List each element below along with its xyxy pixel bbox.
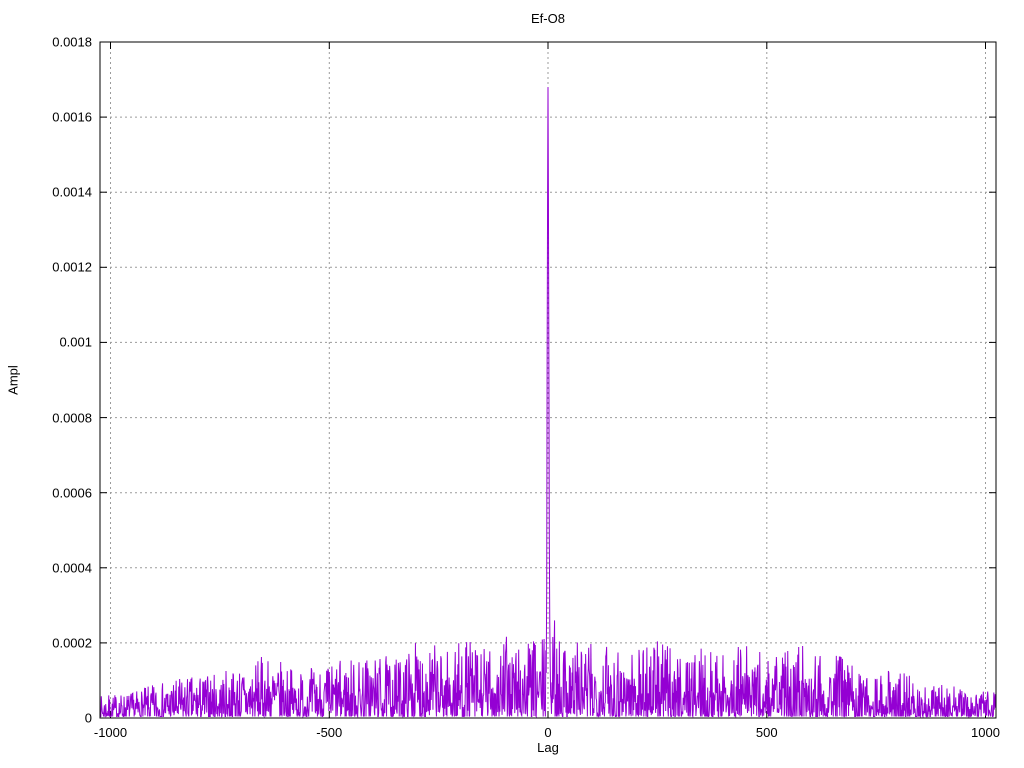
- y-tick-label: 0.0008: [52, 410, 92, 426]
- y-tick-label: 0.0004: [52, 560, 92, 576]
- x-tick-label: -500: [316, 725, 343, 740]
- x-tick-label: -1000: [93, 725, 128, 740]
- y-tick-label: 0.0002: [52, 635, 92, 651]
- chart-title: Ef-O8: [531, 11, 565, 26]
- y-tick-label: 0: [84, 710, 92, 726]
- y-tick-label: 0.001: [59, 334, 92, 350]
- y-axis-label: Ampl: [5, 365, 21, 395]
- x-tick-label: 500: [755, 725, 778, 740]
- y-tick-label: 0.0012: [52, 259, 92, 275]
- plot-window: Ef-O8 Lag Ampl -1000 -500 0 500 1000 0 0.0002 0…: [0, 0, 1024, 768]
- y-tick-label: 0.0006: [52, 485, 92, 501]
- chart-svg: [99, 41, 997, 719]
- x-tick-label: 0: [544, 725, 552, 740]
- x-axis-label: Lag: [537, 740, 559, 755]
- plot-canvas: [0, 0, 1024, 768]
- y-tick-label: 0.0016: [52, 109, 92, 125]
- y-tick-label: 0.0014: [52, 184, 92, 200]
- x-tick-label: 1000: [971, 725, 1000, 740]
- y-tick-label: 0.0018: [52, 34, 92, 50]
